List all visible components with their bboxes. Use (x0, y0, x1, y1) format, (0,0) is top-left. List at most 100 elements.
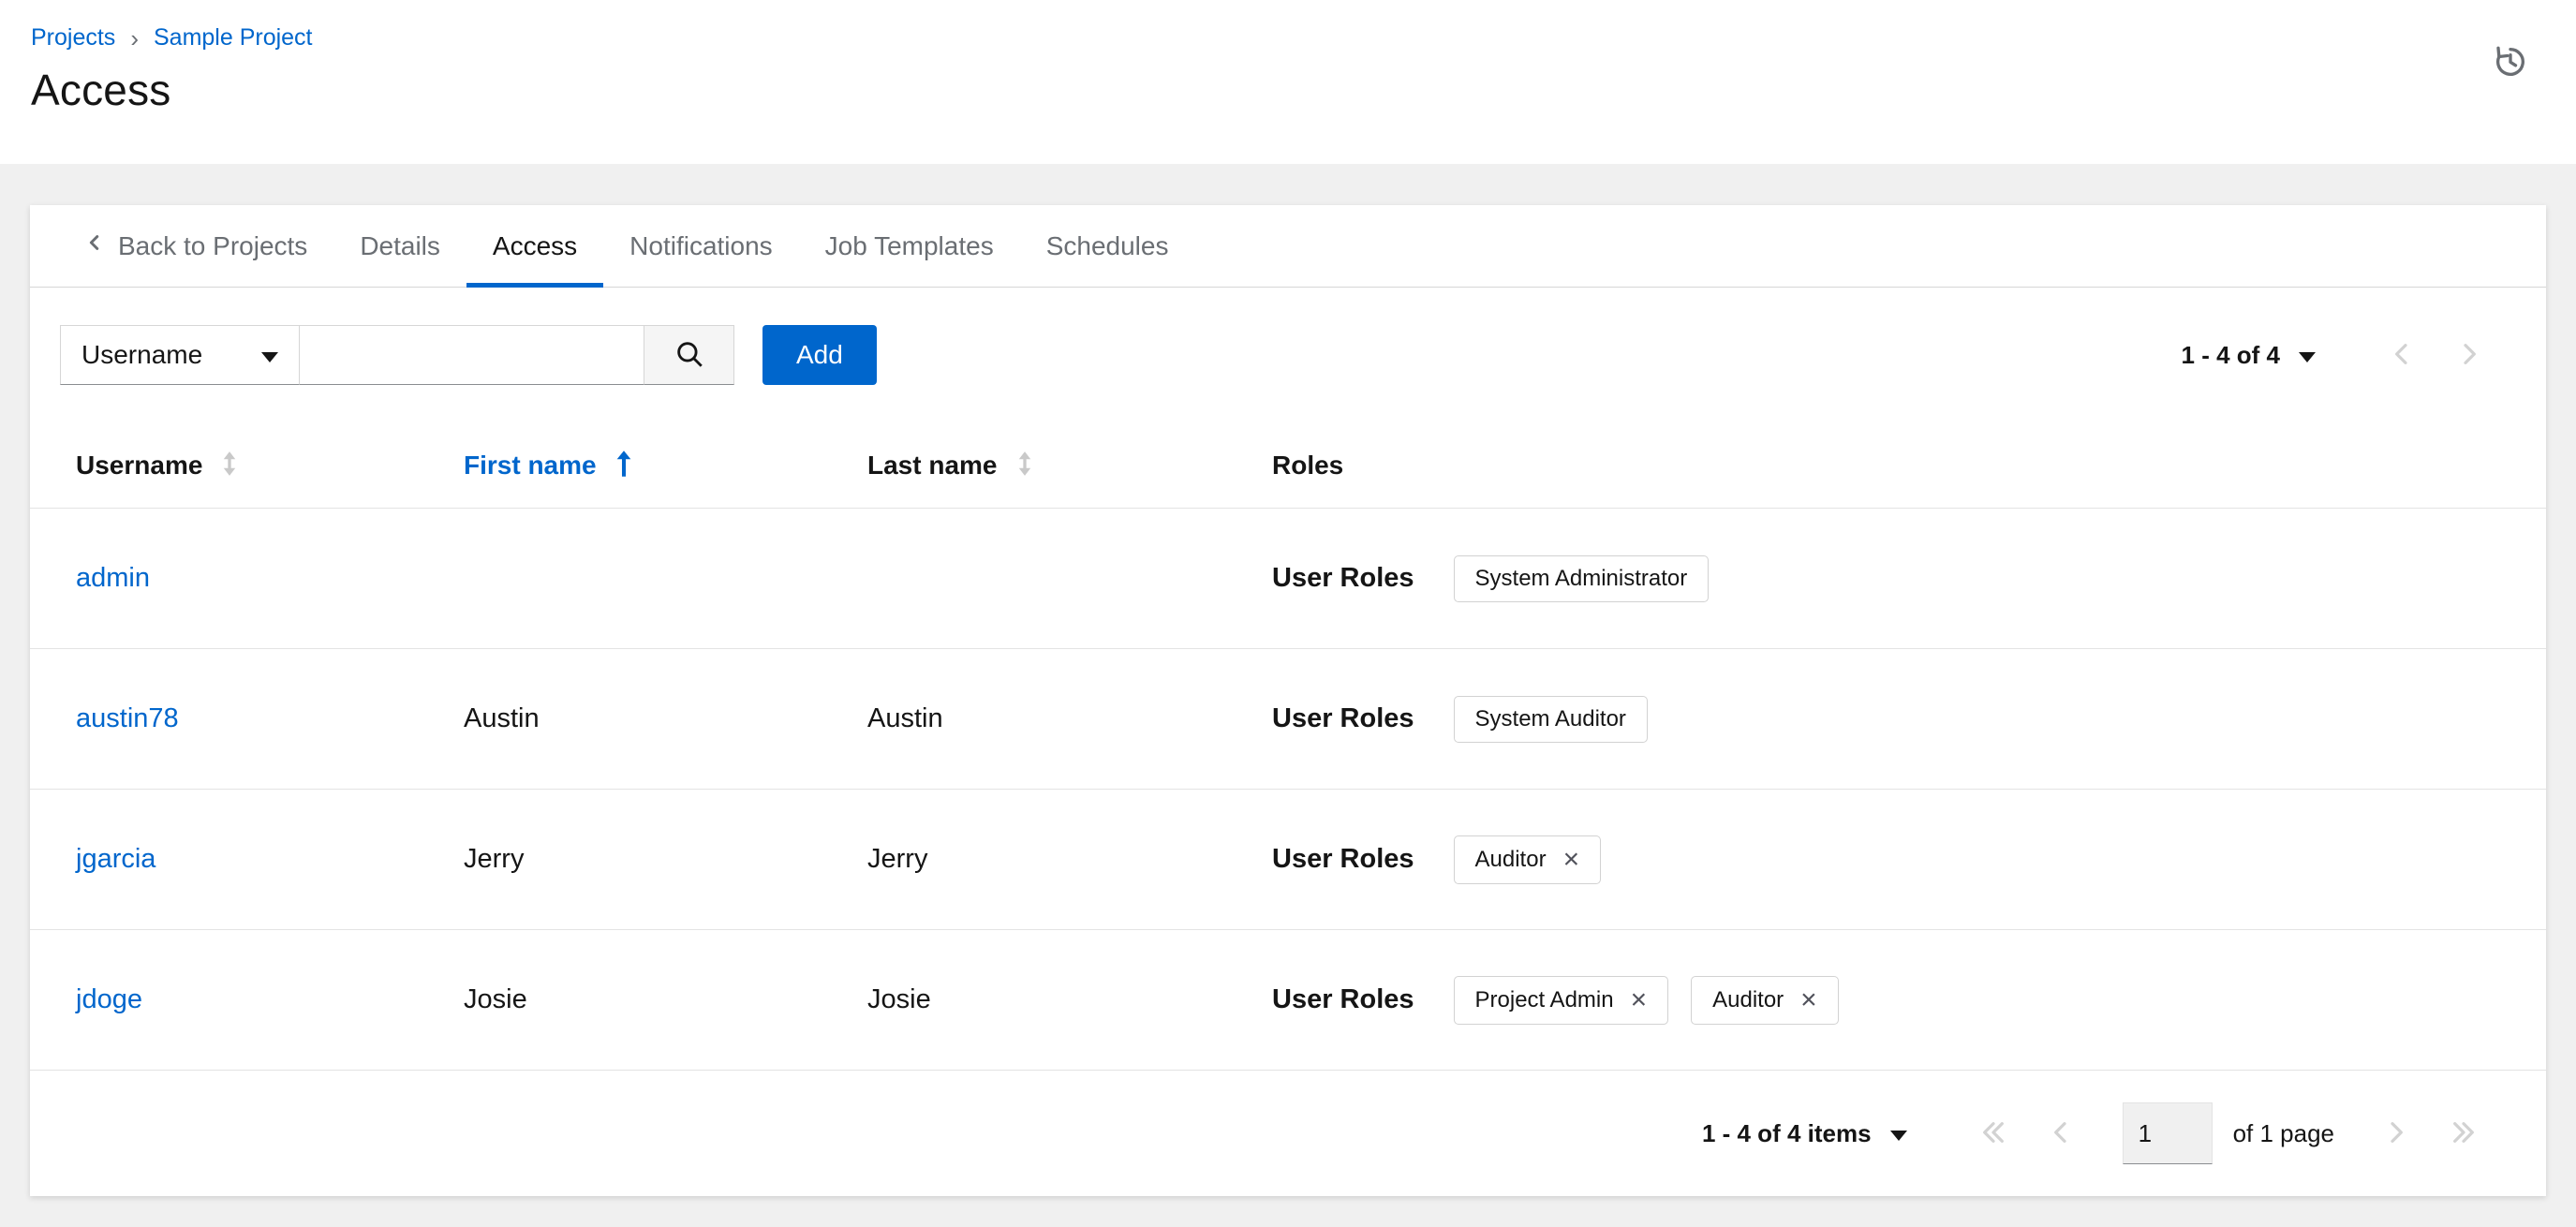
table-header-row: Username First name Last name Roles (30, 422, 2546, 509)
breadcrumb-separator-icon: › (130, 23, 139, 52)
card-footer: 1 - 4 of 4 items of 1 page (30, 1071, 2546, 1196)
sort-first-name-button[interactable] (614, 449, 634, 481)
history-button[interactable] (2492, 43, 2529, 83)
filter-type-value: Username (81, 340, 203, 369)
first-name-cell: Austin (464, 703, 540, 733)
table-row: jdoge Josie Josie User Roles Project Adm… (30, 930, 2546, 1071)
remove-role-button[interactable]: × (1563, 845, 1580, 874)
page-header: Projects › Sample Project Access (0, 0, 2576, 164)
role-chip-group: Auditor × (1453, 835, 1602, 884)
role-chip: Auditor × (1453, 835, 1602, 884)
role-chip-label: Auditor (1474, 846, 1547, 872)
filter-type-dropdown[interactable]: Username (60, 325, 300, 385)
footer-next-page-button[interactable] (2362, 1117, 2430, 1150)
tab-label: Details (360, 230, 440, 260)
sort-last-name-button[interactable] (1014, 450, 1035, 480)
role-chip: System Auditor (1453, 695, 1648, 743)
roles-cell: User Roles System Administrator (1272, 554, 2503, 602)
tab-back-to-projects[interactable]: Back to Projects (58, 205, 333, 287)
tab-access[interactable]: Access (466, 205, 604, 288)
last-name-cell: Austin (867, 703, 943, 733)
toolbar: Username Add 1 - 4 of 4 (30, 288, 2546, 422)
double-chevron-left-icon (1978, 1117, 2008, 1150)
tab-label: Back to Projects (118, 230, 308, 260)
username-cell: jgarcia (76, 844, 464, 875)
role-chip-label: Auditor (1712, 986, 1784, 1013)
chevron-down-icon (1889, 1131, 1907, 1141)
chevron-down-icon (261, 352, 278, 362)
last-name-cell: Jerry (867, 844, 928, 874)
user-roles-label: User Roles (1272, 703, 1414, 733)
double-chevron-right-icon (2449, 1117, 2479, 1150)
chevron-left-icon (2387, 339, 2417, 372)
top-next-page-button[interactable] (2435, 339, 2503, 372)
user-roles-label: User Roles (1272, 563, 1414, 593)
column-header-roles: Roles (1272, 451, 2503, 480)
top-pagination: 1 - 4 of 4 (2182, 339, 2503, 372)
column-header-first-name: First name (464, 449, 867, 481)
chevron-right-icon (2381, 1117, 2411, 1150)
chevron-left-icon (84, 230, 105, 261)
footer-last-page-button[interactable] (2430, 1117, 2497, 1150)
add-button[interactable]: Add (762, 325, 877, 385)
username-cell: admin (76, 563, 464, 594)
column-header-username: Username (76, 450, 464, 480)
search-filter-group: Username (60, 325, 734, 385)
column-label: Username (76, 450, 203, 480)
tab-details[interactable]: Details (333, 205, 466, 287)
sort-unsorted-icon (1014, 450, 1035, 480)
top-pagination-summary-dropdown[interactable]: 1 - 4 of 4 (2182, 341, 2316, 370)
username-cell: austin78 (76, 703, 464, 734)
tab-notifications[interactable]: Notifications (603, 205, 799, 287)
role-chip-group: Project Admin × Auditor × (1453, 975, 1839, 1025)
breadcrumb: Projects › Sample Project (31, 24, 2535, 52)
history-icon (2492, 46, 2529, 83)
first-name-cell: Josie (464, 984, 527, 1014)
username-cell: jdoge (76, 984, 464, 1015)
role-chip: Auditor × (1691, 975, 1839, 1025)
table-row: admin User Roles System Administrator (30, 509, 2546, 649)
tab-label: Job Templates (824, 230, 994, 260)
search-input[interactable] (300, 325, 644, 385)
search-icon (674, 338, 705, 373)
footer-first-page-button[interactable] (1960, 1117, 2027, 1150)
user-roles-label: User Roles (1272, 844, 1414, 874)
remove-role-button[interactable]: × (1800, 985, 1817, 1014)
tab-label: Access (492, 230, 578, 260)
username-link[interactable]: jdoge (76, 984, 142, 1014)
chevron-down-icon (2299, 352, 2316, 362)
close-icon: × (1630, 983, 1648, 1015)
role-chip: System Administrator (1453, 554, 1710, 602)
role-chip-label: System Administrator (1474, 565, 1688, 591)
access-card: Back to Projects Details Access Notifica… (30, 205, 2546, 1196)
table-row: austin78 Austin Austin User Roles System… (30, 649, 2546, 790)
role-chip-label: System Auditor (1474, 705, 1626, 732)
footer-pagination-summary: 1 - 4 of 4 items (1701, 1118, 1872, 1147)
footer-pagination: 1 - 4 of 4 items of 1 page (1702, 1102, 2497, 1164)
current-page-input[interactable] (2122, 1102, 2213, 1164)
footer-pagination-summary-dropdown[interactable]: 1 - 4 of 4 items (1702, 1119, 1907, 1148)
top-pagination-summary: 1 - 4 of 4 (2181, 340, 2280, 369)
breadcrumb-link-projects[interactable]: Projects (31, 24, 115, 52)
search-button[interactable] (644, 325, 734, 385)
breadcrumb-link-sample-project[interactable]: Sample Project (154, 24, 313, 52)
username-link[interactable]: austin78 (76, 703, 179, 733)
first-name-cell: Jerry (464, 844, 525, 874)
roles-cell: User Roles System Auditor (1272, 695, 2503, 743)
chevron-left-icon (2046, 1117, 2076, 1150)
column-header-last-name: Last name (867, 450, 1272, 480)
column-label: First name (464, 450, 597, 480)
username-link[interactable]: jgarcia (76, 844, 155, 874)
sort-username-button[interactable] (219, 450, 240, 480)
tab-bar: Back to Projects Details Access Notifica… (30, 205, 2546, 288)
username-link[interactable]: admin (76, 563, 150, 593)
last-name-cell: Josie (867, 984, 931, 1014)
tab-job-templates[interactable]: Job Templates (799, 205, 1020, 287)
role-chip-group: System Administrator (1453, 554, 1710, 602)
remove-role-button[interactable]: × (1630, 983, 1648, 1015)
footer-previous-page-button[interactable] (2027, 1117, 2095, 1150)
tab-schedules[interactable]: Schedules (1020, 205, 1195, 287)
top-previous-page-button[interactable] (2368, 339, 2435, 372)
user-roles-label: User Roles (1272, 984, 1414, 1014)
page-count-label: of 1 page (2232, 1118, 2334, 1147)
